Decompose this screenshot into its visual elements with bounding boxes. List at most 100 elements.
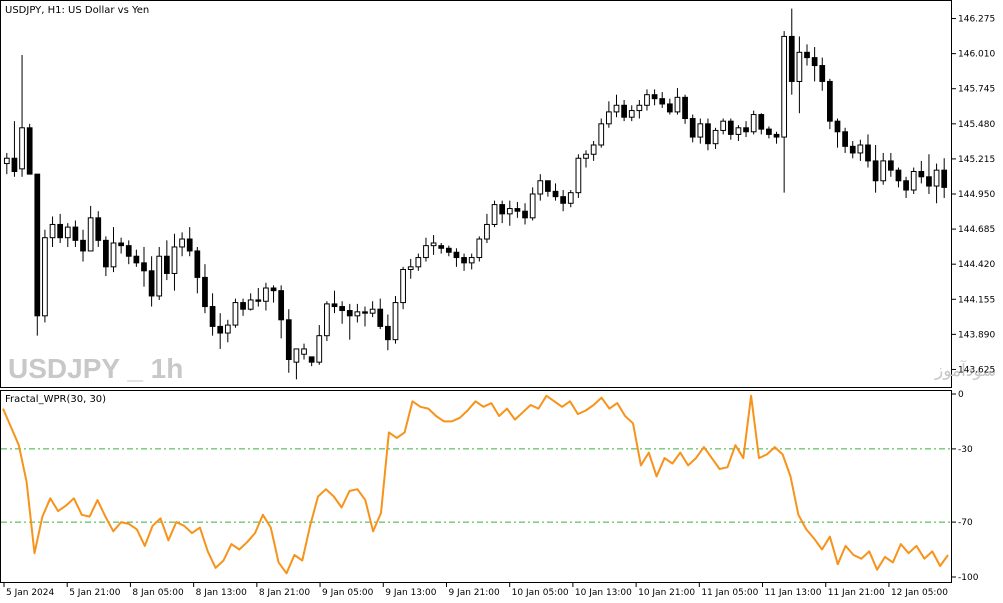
candle-bear xyxy=(209,306,216,327)
time-label: 12 Jan 05:00 xyxy=(891,588,948,598)
candle-bull xyxy=(712,129,719,145)
candle-bull xyxy=(19,127,25,170)
candle-bear xyxy=(240,302,246,310)
candle-bear xyxy=(362,311,368,314)
candle-bear xyxy=(194,250,201,278)
candle-bull xyxy=(796,51,803,82)
candle-bull xyxy=(476,238,483,259)
candle-bear xyxy=(903,180,909,191)
candle-bear xyxy=(255,299,262,302)
watermark-layer: USDJPY _ 1h انتشار در سایت سودآموز xyxy=(8,353,1003,384)
indicator-label: 0 xyxy=(958,390,964,400)
time-label: 8 Jan 21:00 xyxy=(259,588,311,598)
candle-bull xyxy=(674,96,681,113)
candle-bear xyxy=(918,170,925,178)
candle-bear xyxy=(346,310,353,317)
candle-bear xyxy=(26,127,33,175)
candle-bear xyxy=(659,98,666,105)
wpr-line-series xyxy=(2,394,949,575)
candle-bull xyxy=(697,123,704,138)
candle-bear xyxy=(689,118,696,138)
price-label: 145.215 xyxy=(958,155,995,165)
candle-bear xyxy=(72,226,79,241)
price-label: 146.275 xyxy=(958,15,995,25)
candle-bear xyxy=(125,245,132,257)
candle-bull xyxy=(407,266,414,270)
candle-bull xyxy=(430,242,437,247)
candle-bear xyxy=(384,325,391,341)
candle-bear xyxy=(453,251,460,259)
candle-bear xyxy=(834,120,841,133)
candle-bear xyxy=(682,96,688,120)
time-label: 8 Jan 13:00 xyxy=(196,588,248,598)
candle-bull xyxy=(87,217,94,252)
price-label: 144.685 xyxy=(958,225,995,235)
candle-bear xyxy=(308,356,315,363)
candle-bull xyxy=(423,245,429,259)
candle-bear xyxy=(339,306,345,312)
candle-bull xyxy=(354,311,361,317)
time-label: 11 Jan 05:00 xyxy=(701,588,758,598)
candle-bear xyxy=(141,262,147,272)
candle-bull xyxy=(42,237,48,317)
candle-bull xyxy=(506,208,513,215)
candle-bear xyxy=(758,114,765,130)
candle-bull xyxy=(644,94,650,106)
price-label: 144.950 xyxy=(958,190,995,200)
candle-bull xyxy=(316,335,323,363)
time-axis: 5 Jan 2024 5 Jan 21:00 8 Jan 05:00 8 Jan 13… xyxy=(3,583,948,598)
candle-bear xyxy=(872,160,879,182)
indicator-levels xyxy=(1,448,951,523)
time-label: 9 Jan 05:00 xyxy=(322,588,374,598)
candle-bear xyxy=(95,217,102,241)
candle-bull xyxy=(491,204,498,225)
candle-bull xyxy=(247,299,254,310)
chart-window[interactable]: USDJPY, H1: US Dollar vs Yen Fractal_WPR… xyxy=(0,0,1003,603)
time-label: 5 Jan 2024 xyxy=(6,588,54,598)
time-label: 10 Jan 05:00 xyxy=(512,588,569,598)
candle-bear xyxy=(727,120,734,135)
time-label: 9 Jan 13:00 xyxy=(385,588,437,598)
indicator-label: -70 xyxy=(958,518,973,528)
indicator-axis: 0 -30 -70 -100 xyxy=(952,390,979,583)
candle-bear xyxy=(103,239,109,268)
time-label: 11 Jan 13:00 xyxy=(765,588,822,598)
candle-bull xyxy=(232,302,239,326)
candle-bull xyxy=(583,153,589,159)
time-label: 11 Jan 21:00 xyxy=(828,588,885,598)
candle-bull xyxy=(735,127,742,135)
candle-bear xyxy=(331,303,338,308)
candle-bull xyxy=(575,157,582,194)
candle-bull xyxy=(781,35,788,138)
candle-bear xyxy=(560,196,567,204)
candle-bear xyxy=(445,247,452,253)
indicator-label: -30 xyxy=(958,445,973,455)
price-label: 143.625 xyxy=(958,365,995,375)
candle-bear xyxy=(766,128,772,135)
candle-bear xyxy=(461,257,467,264)
candle-bear xyxy=(666,103,673,113)
candle-bear xyxy=(202,276,208,308)
candle-bear xyxy=(773,133,780,138)
price-label: 145.480 xyxy=(958,120,995,130)
candle-bear xyxy=(278,290,285,321)
candle-bear xyxy=(804,51,810,59)
candle-bull xyxy=(636,104,643,112)
candle-bear xyxy=(499,204,506,215)
candle-bull xyxy=(400,268,406,304)
candle-bull xyxy=(567,192,574,204)
candle-bear xyxy=(895,169,902,182)
candle-bear xyxy=(438,245,445,249)
candle-bull xyxy=(628,110,635,118)
candle-bear xyxy=(11,157,18,172)
candle-bear xyxy=(926,176,932,187)
candle-bear xyxy=(148,270,155,297)
chart-canvas: USDJPY _ 1h انتشار در سایت سودآموز 146.2… xyxy=(1,8,1003,598)
candle-bear xyxy=(827,80,833,122)
candle-bull xyxy=(324,303,330,337)
candle-bull xyxy=(110,242,117,268)
candle-bull xyxy=(750,114,757,133)
indicator-label: -100 xyxy=(958,573,979,583)
candle-bull xyxy=(415,257,422,268)
price-label: 144.155 xyxy=(958,295,995,305)
